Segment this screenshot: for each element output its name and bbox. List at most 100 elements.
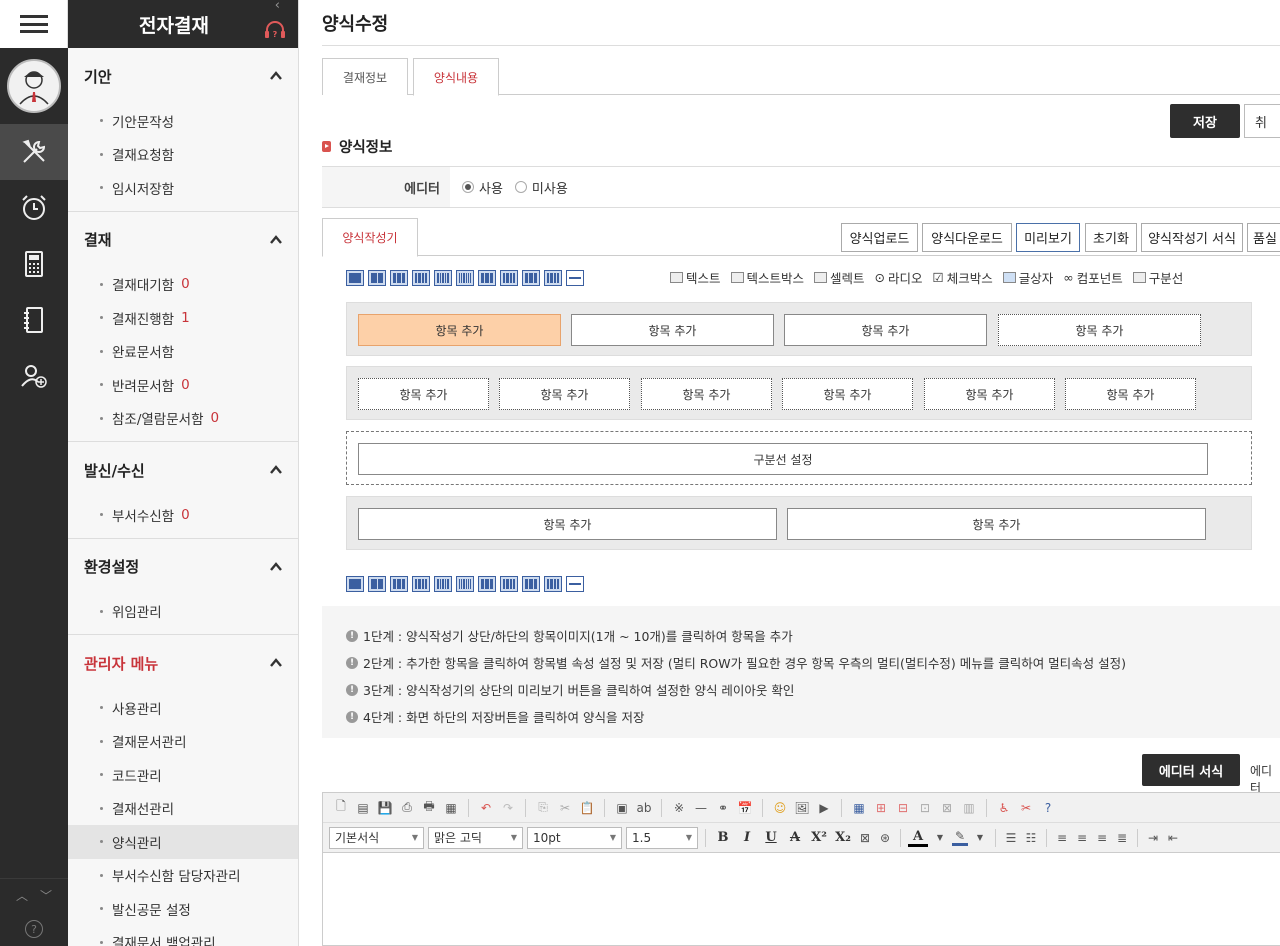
editor-format-button-2[interactable]: 에디터 (1250, 762, 1280, 796)
sidebar-item-temp-box[interactable]: 임시저장함 (68, 171, 298, 205)
outdent-icon[interactable]: ⇤ (1165, 830, 1181, 846)
chevron-up-icon[interactable] (270, 234, 282, 246)
editor-format-button[interactable]: 에디터 서식 (1142, 754, 1240, 786)
sidebar-section-header[interactable]: 기안 (68, 48, 298, 104)
rail-settings-button[interactable] (0, 124, 68, 180)
layout-3col-icon[interactable] (390, 270, 408, 286)
layout-9col-icon[interactable] (522, 576, 540, 592)
page-setup-icon[interactable]: ▦ (443, 800, 459, 816)
layout-divider-icon[interactable] (566, 270, 584, 286)
rail-notebook-button[interactable] (0, 292, 68, 348)
layout-6col-icon[interactable] (456, 270, 474, 286)
redo-icon[interactable]: ↷ (500, 800, 516, 816)
sidebar-item-reference[interactable]: 참조/열람문서함 0 (68, 402, 298, 436)
sidebar-item-waiting[interactable]: 결재대기함 0 (68, 268, 298, 302)
sidebar-section-header[interactable]: 발신/수신 (68, 442, 298, 498)
sidebar-section-header[interactable]: 관리자 메뉴 (68, 635, 298, 691)
menu-toggle-button[interactable] (0, 0, 68, 48)
sidebar-section-header[interactable]: 환경설정 (68, 539, 298, 595)
item-cell[interactable]: 항목 추가 (358, 314, 561, 346)
layout-2col-icon[interactable] (368, 576, 386, 592)
sidebar-item-draft-write[interactable]: 기안문작성 (68, 104, 298, 138)
sidebar-item-request-box[interactable]: 결재요청함 (68, 138, 298, 172)
sidebar-item-inbox-manager[interactable]: 부서수신함 담당자관리 (68, 859, 298, 893)
layout-5col-icon[interactable] (434, 270, 452, 286)
underline-icon[interactable]: U (761, 830, 781, 845)
rail-calculator-button[interactable] (0, 236, 68, 292)
layout-4col-icon[interactable] (412, 576, 430, 592)
align-justify-icon[interactable]: ≣ (1114, 830, 1130, 846)
help-icon[interactable]: ? (1040, 800, 1056, 816)
cell-merge-icon[interactable]: ⊞ (873, 800, 889, 816)
align-left-icon[interactable]: ≡ (1054, 830, 1070, 846)
sidebar-item-doc-admin[interactable]: 결재문서관리 (68, 725, 298, 759)
paste-icon[interactable]: 📋 (579, 800, 595, 816)
table-props-icon[interactable]: ▥ (961, 800, 977, 816)
item-cell[interactable]: 항목 추가 (358, 508, 777, 540)
horizontal-line-icon[interactable]: — (693, 800, 709, 816)
layout-3col-icon[interactable] (390, 576, 408, 592)
layout-1col-icon[interactable] (346, 576, 364, 592)
headset-help-icon[interactable]: ? (264, 20, 286, 40)
strikethrough-icon[interactable]: A (785, 830, 805, 845)
preview-button[interactable]: 미리보기 (1016, 223, 1080, 252)
rail-user-add-button[interactable] (0, 348, 68, 404)
tools-icon[interactable]: ✂ (1018, 800, 1034, 816)
replace-icon[interactable]: ab (636, 800, 652, 816)
layout-10col-icon[interactable] (544, 270, 562, 286)
superscript-icon[interactable]: X² (809, 830, 829, 845)
align-right-icon[interactable]: ≡ (1094, 830, 1110, 846)
find-icon[interactable]: ▣ (614, 800, 630, 816)
form-upload-button[interactable]: 양식업로드 (841, 223, 918, 252)
item-cell[interactable]: 항목 추가 (641, 378, 772, 410)
style-select[interactable]: 기본서식 ▼ (329, 826, 424, 849)
item-cell[interactable]: 항목 추가 (787, 508, 1206, 540)
cut-icon[interactable]: ✂ (557, 800, 573, 816)
emoticon-icon[interactable]: ☺ (772, 800, 788, 816)
sidebar-item-form-admin[interactable]: 양식관리 (68, 825, 298, 859)
italic-icon[interactable]: I (737, 830, 757, 845)
scroll-down-icon[interactable]: ﹀ (40, 887, 52, 904)
collapse-sidebar-icon[interactable]: ‹ (275, 0, 280, 13)
indent-icon[interactable]: ⇥ (1145, 830, 1161, 846)
chevron-up-icon[interactable] (270, 70, 282, 82)
sidebar-item-completed[interactable]: 완료문서함 (68, 335, 298, 369)
template-icon[interactable]: ▤ (355, 800, 371, 816)
highlight-color-icon[interactable]: ✎ (952, 829, 968, 846)
bold-icon[interactable]: B (713, 830, 733, 845)
tab-approval-info[interactable]: 결재정보 (322, 58, 408, 95)
sidebar-item-delegation[interactable]: 위임관리 (68, 595, 298, 629)
media-icon[interactable]: ▶ (816, 800, 832, 816)
tab-form-content[interactable]: 양식내용 (413, 58, 499, 96)
quality-button[interactable]: 품실 (1247, 223, 1280, 252)
rail-alarm-button[interactable] (0, 180, 68, 236)
layout-8col-icon[interactable] (500, 270, 518, 286)
accessibility-icon[interactable]: ♿ (996, 800, 1012, 816)
layout-1col-icon[interactable] (346, 270, 364, 286)
tab-form-builder[interactable]: 양식작성기 (322, 218, 418, 257)
date-icon[interactable]: 📅 (737, 800, 753, 816)
cell-split-icon[interactable]: ⊟ (895, 800, 911, 816)
table-icon[interactable]: ▦ (851, 800, 867, 816)
layout-5col-icon[interactable] (434, 576, 452, 592)
save-icon[interactable]: 💾 (377, 800, 393, 816)
special-char-icon[interactable]: ※ (671, 800, 687, 816)
item-cell[interactable]: 항목 추가 (924, 378, 1055, 410)
print-icon[interactable]: 🖶 (421, 799, 437, 816)
item-cell[interactable]: 항목 추가 (499, 378, 630, 410)
clear-format-icon[interactable]: ⊠ (857, 830, 873, 846)
sidebar-item-rejected[interactable]: 반려문서함 0 (68, 368, 298, 402)
sidebar-item-usage[interactable]: 사용관리 (68, 691, 298, 725)
layout-6col-icon[interactable] (456, 576, 474, 592)
item-cell[interactable]: 항목 추가 (571, 314, 774, 346)
reset-button[interactable]: 초기화 (1085, 223, 1137, 252)
layout-4col-icon[interactable] (412, 270, 430, 286)
spellcheck-icon[interactable]: ⊛ (877, 830, 893, 846)
chevron-up-icon[interactable] (270, 464, 282, 476)
subscript-icon[interactable]: X₂ (833, 830, 853, 845)
divider-setting-cell[interactable]: 구분선 설정 (358, 443, 1208, 475)
layout-8col-icon[interactable] (500, 576, 518, 592)
col-insert-icon[interactable]: ⊠ (939, 800, 955, 816)
sidebar-item-in-progress[interactable]: 결재진행함 1 (68, 301, 298, 335)
item-cell[interactable]: 항목 추가 (358, 378, 489, 410)
